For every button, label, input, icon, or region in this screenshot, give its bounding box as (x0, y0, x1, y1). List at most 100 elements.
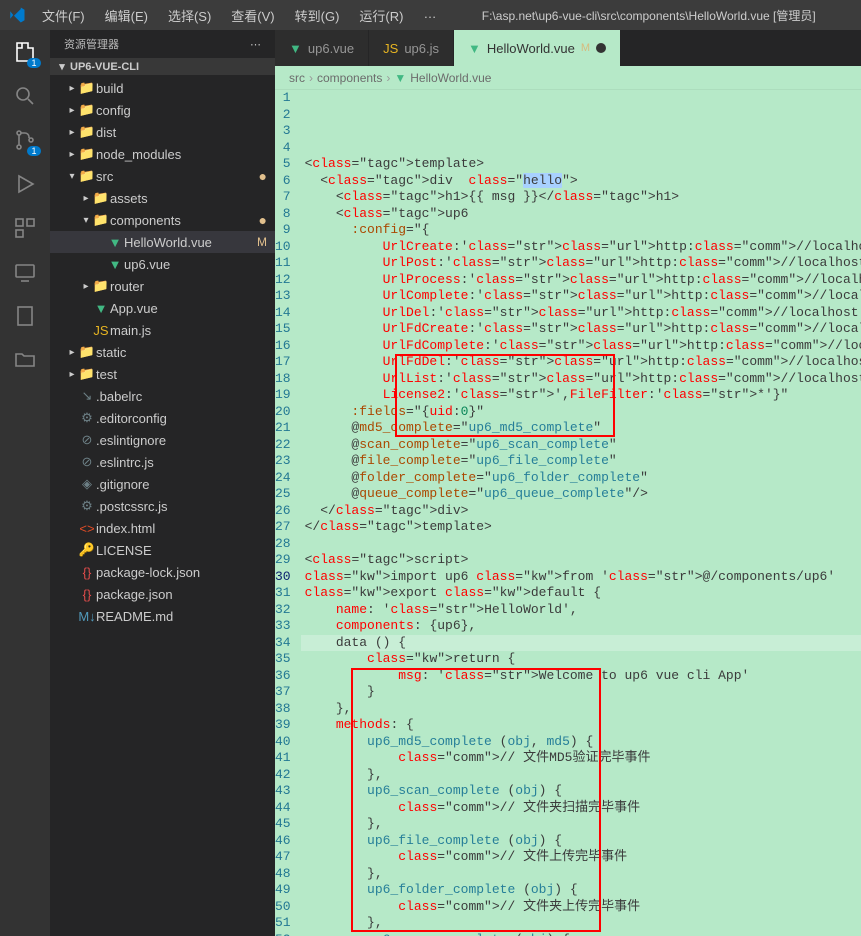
code-line[interactable]: :config="{ (301, 222, 861, 239)
code-line[interactable]: @file_complete="up6_file_complete" (301, 453, 861, 470)
menu-item[interactable]: 文件(F) (34, 2, 93, 29)
breadcrumb-item[interactable]: HelloWorld.vue (410, 71, 491, 85)
code-line[interactable]: up6_file_complete (obj) { (301, 833, 861, 850)
code-line[interactable]: <class="tagc">template> (301, 156, 861, 173)
tree-item[interactable]: ⚙.editorconfig (50, 407, 275, 429)
code-line[interactable]: up6_queue_complete (obj) { (301, 932, 861, 936)
code-line[interactable]: class="comm">// 文件夹上传完毕事件 (301, 899, 861, 916)
code-line[interactable]: </class="tagc">div> (301, 503, 861, 520)
code-line[interactable]: UrlDel:'class="str">class="url">http:cla… (301, 305, 861, 322)
editor-tab[interactable]: ▼HelloWorld.vueM (454, 30, 621, 66)
code-line[interactable]: <class="tagc">div class="hello"> (301, 173, 861, 190)
code-line[interactable]: up6_md5_complete (obj, md5) { (301, 734, 861, 751)
tree-item[interactable]: 🔑LICENSE (50, 539, 275, 561)
tree-item[interactable]: ⊘.eslintrc.js (50, 451, 275, 473)
breadcrumb[interactable]: src › components › ▼ HelloWorld.vue (275, 66, 861, 90)
code-line[interactable]: UrlProcess:'class="str">class="url">http… (301, 272, 861, 289)
menu-item[interactable]: 转到(G) (287, 2, 348, 29)
code-line[interactable]: :fields="{uid:0}" (301, 404, 861, 421)
code-line[interactable]: name: 'class="str">HelloWorld', (301, 602, 861, 619)
tree-item[interactable]: ⚙.postcssrc.js (50, 495, 275, 517)
breadcrumb-item[interactable]: components (317, 71, 382, 85)
code-line[interactable]: class="kw">export class="kw">default { (301, 585, 861, 602)
code-line[interactable]: components: {up6}, (301, 618, 861, 635)
tree-item[interactable]: ▸📁dist (50, 121, 275, 143)
activity-folder-icon[interactable] (11, 346, 39, 374)
more-icon[interactable]: ⋯ (250, 38, 261, 51)
tree-item[interactable]: ▾📁src● (50, 165, 275, 187)
activity-extensions-icon[interactable] (11, 214, 39, 242)
code-line[interactable] (301, 536, 861, 553)
code-line[interactable]: @scan_complete="up6_scan_complete" (301, 437, 861, 454)
breadcrumb-item[interactable]: src (289, 71, 305, 85)
code-line[interactable]: data () { (301, 635, 861, 652)
tree-item[interactable]: JSmain.js (50, 319, 275, 341)
activity-remote-icon[interactable] (11, 258, 39, 286)
tree-item[interactable]: ↘.babelrc (50, 385, 275, 407)
code-line[interactable]: <class="tagc">h1>{{ msg }}</class="tagc"… (301, 189, 861, 206)
code-line[interactable]: @queue_complete="up6_queue_complete"/> (301, 486, 861, 503)
tree-item[interactable]: M↓README.md (50, 605, 275, 627)
code-editor[interactable]: 1234567891011121314151617181920212223242… (275, 90, 861, 936)
tree-item[interactable]: ▸📁test (50, 363, 275, 385)
tree-item[interactable]: <>index.html (50, 517, 275, 539)
file-type-icon: ▼ (106, 257, 124, 272)
code-line[interactable]: }, (301, 767, 861, 784)
tree-item[interactable]: ◈.gitignore (50, 473, 275, 495)
code-line[interactable]: }, (301, 866, 861, 883)
tree-item[interactable]: ▼App.vue (50, 297, 275, 319)
tree-item[interactable]: ▸📁node_modules (50, 143, 275, 165)
tree-item[interactable]: ▾📁components● (50, 209, 275, 231)
tree-item[interactable]: {}package-lock.json (50, 561, 275, 583)
code-line[interactable]: UrlCreate:'class="str">class="url">http:… (301, 239, 861, 256)
editor-tab[interactable]: ▼up6.vue (275, 30, 369, 66)
code-line[interactable]: } (301, 684, 861, 701)
code-line[interactable]: up6_scan_complete (obj) { (301, 783, 861, 800)
code-line[interactable]: UrlPost:'class="str">class="url">http:cl… (301, 255, 861, 272)
tree-item[interactable]: ▸📁build (50, 77, 275, 99)
code-line[interactable]: UrlFdDel:'class="str">class="url">http:c… (301, 354, 861, 371)
code-line[interactable]: class="kw">import up6 class="kw">from 'c… (301, 569, 861, 586)
tree-item[interactable]: ▼HelloWorld.vueM (50, 231, 275, 253)
menu-item[interactable]: 编辑(E) (97, 2, 156, 29)
editor-tab[interactable]: JSup6.js (369, 30, 454, 66)
code-line[interactable]: class="comm">// 文件上传完毕事件 (301, 849, 861, 866)
menu-item[interactable]: 选择(S) (160, 2, 219, 29)
code-line[interactable]: }, (301, 816, 861, 833)
code-line[interactable]: class="kw">return { (301, 651, 861, 668)
code-line[interactable]: UrlComplete:'class="str">class="url">htt… (301, 288, 861, 305)
activity-debug-icon[interactable] (11, 170, 39, 198)
menu-item[interactable]: 查看(V) (223, 2, 282, 29)
code-line[interactable]: UrlFdCreate:'class="str">class="url">htt… (301, 321, 861, 338)
tree-item[interactable]: ▸📁assets (50, 187, 275, 209)
code-line[interactable]: up6_folder_complete (obj) { (301, 882, 861, 899)
code-line[interactable]: <class="tagc">script> (301, 552, 861, 569)
code-line[interactable]: class="comm">// 文件夹扫描完毕事件 (301, 800, 861, 817)
code-line[interactable]: License2:'class="str">',FileFilter:'clas… (301, 387, 861, 404)
code-content[interactable]: <class="tagc">template> <class="tagc">di… (301, 90, 861, 936)
code-line[interactable]: methods: { (301, 717, 861, 734)
tree-item[interactable]: ▸📁router (50, 275, 275, 297)
activity-search-icon[interactable] (11, 82, 39, 110)
code-line[interactable]: }, (301, 701, 861, 718)
tree-item[interactable]: ▸📁static (50, 341, 275, 363)
code-line[interactable]: UrlList:'class="str">class="url">http:cl… (301, 371, 861, 388)
code-line[interactable]: class="comm">// 文件MD5验证完毕事件 (301, 750, 861, 767)
code-line[interactable]: msg: 'class="str">Welcome to up6 vue cli… (301, 668, 861, 685)
activity-source-control-icon[interactable]: 1 (11, 126, 39, 154)
code-line[interactable]: @folder_complete="up6_folder_complete" (301, 470, 861, 487)
tree-item[interactable]: {}package.json (50, 583, 275, 605)
code-line[interactable]: UrlFdComplete:'class="str">class="url">h… (301, 338, 861, 355)
project-header[interactable]: ▾ UP6-VUE-CLI (50, 58, 275, 75)
activity-explorer-icon[interactable]: 1 (11, 38, 39, 66)
menu-item[interactable]: … (415, 2, 444, 29)
tree-item[interactable]: ▼up6.vue (50, 253, 275, 275)
menu-item[interactable]: 运行(R) (351, 2, 411, 29)
code-line[interactable]: </class="tagc">template> (301, 519, 861, 536)
code-line[interactable]: }, (301, 915, 861, 932)
tree-item[interactable]: ▸📁config (50, 99, 275, 121)
code-line[interactable]: @md5_complete="up6_md5_complete" (301, 420, 861, 437)
activity-file-icon[interactable] (11, 302, 39, 330)
tree-item[interactable]: ⊘.eslintignore (50, 429, 275, 451)
code-line[interactable]: <class="tagc">up6 (301, 206, 861, 223)
